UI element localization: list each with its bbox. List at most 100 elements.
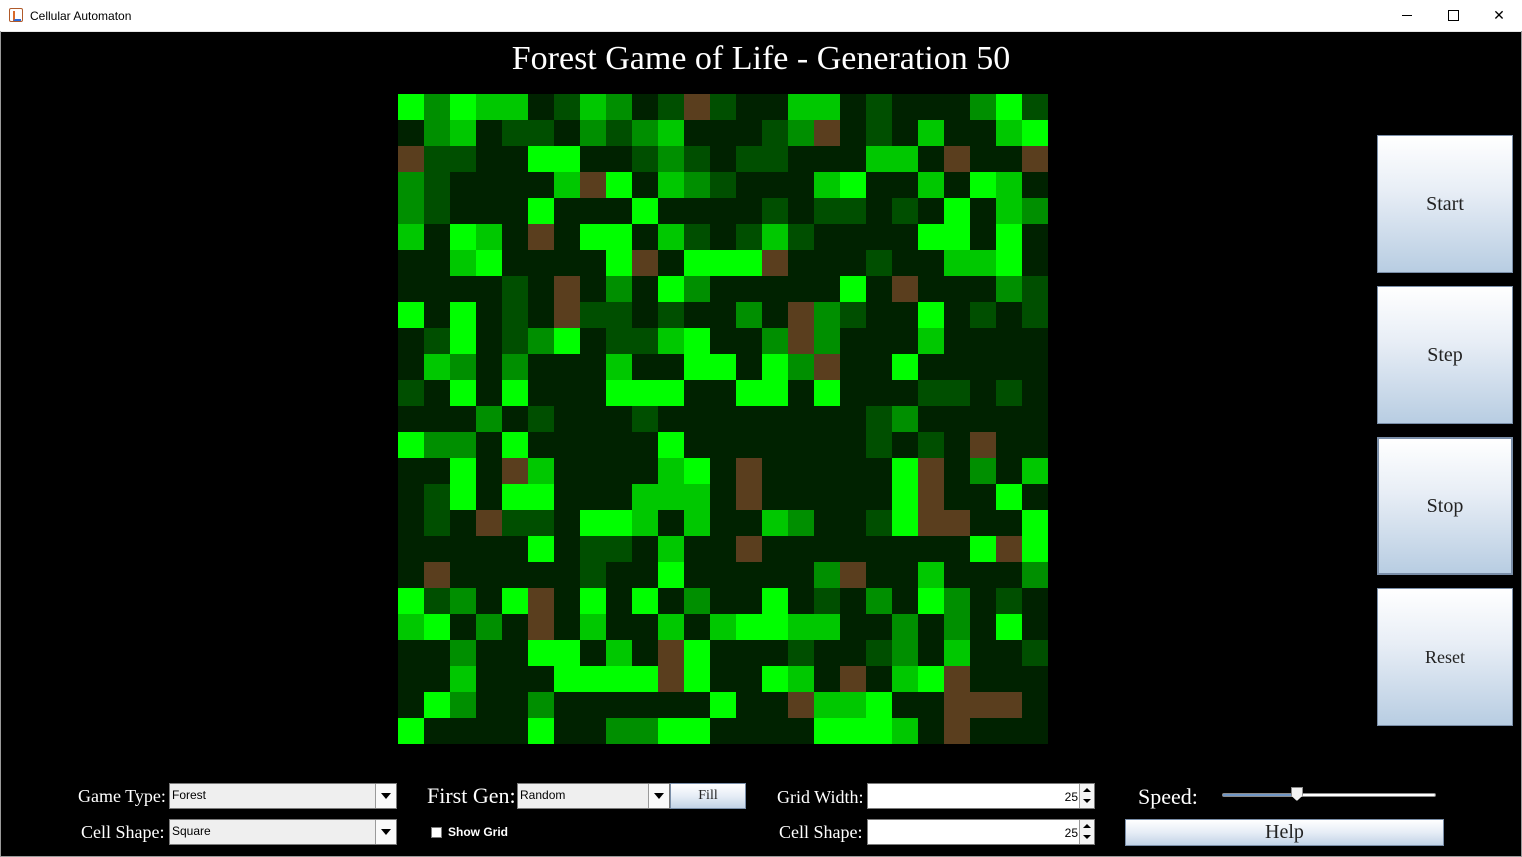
grid-cell[interactable] bbox=[892, 224, 918, 250]
grid-cell[interactable] bbox=[554, 510, 580, 536]
grid-cell[interactable] bbox=[918, 666, 944, 692]
grid-cell[interactable] bbox=[918, 562, 944, 588]
grid-cell[interactable] bbox=[528, 406, 554, 432]
grid-cell[interactable] bbox=[814, 718, 840, 744]
grid-cell[interactable] bbox=[918, 406, 944, 432]
grid-cell[interactable] bbox=[996, 458, 1022, 484]
grid-cell[interactable] bbox=[918, 510, 944, 536]
grid-cell[interactable] bbox=[970, 380, 996, 406]
grid-cell[interactable] bbox=[710, 354, 736, 380]
grid-cell[interactable] bbox=[866, 458, 892, 484]
grid-cell[interactable] bbox=[580, 536, 606, 562]
grid-cell[interactable] bbox=[580, 302, 606, 328]
grid-cell[interactable] bbox=[840, 250, 866, 276]
grid-cell[interactable] bbox=[814, 276, 840, 302]
grid-cell[interactable] bbox=[476, 354, 502, 380]
grid-cell[interactable] bbox=[814, 614, 840, 640]
grid-cell[interactable] bbox=[398, 380, 424, 406]
grid-cell[interactable] bbox=[502, 354, 528, 380]
grid-cell[interactable] bbox=[944, 536, 970, 562]
grid-cell[interactable] bbox=[814, 432, 840, 458]
grid-cell[interactable] bbox=[814, 302, 840, 328]
grid-cell[interactable] bbox=[658, 276, 684, 302]
grid-cell[interactable] bbox=[502, 146, 528, 172]
grid-cell[interactable] bbox=[840, 224, 866, 250]
grid-cell[interactable] bbox=[892, 328, 918, 354]
grid-cell[interactable] bbox=[762, 614, 788, 640]
grid-cell[interactable] bbox=[450, 380, 476, 406]
grid-cell[interactable] bbox=[398, 276, 424, 302]
grid-cell[interactable] bbox=[970, 224, 996, 250]
grid-cell[interactable] bbox=[398, 666, 424, 692]
grid-cell[interactable] bbox=[632, 640, 658, 666]
grid-cell[interactable] bbox=[450, 484, 476, 510]
grid-cell[interactable] bbox=[814, 510, 840, 536]
grid-cell[interactable] bbox=[502, 172, 528, 198]
grid-cell[interactable] bbox=[684, 458, 710, 484]
grid-cell[interactable] bbox=[554, 432, 580, 458]
grid-cell[interactable] bbox=[736, 146, 762, 172]
grid-cell[interactable] bbox=[866, 432, 892, 458]
grid-cell[interactable] bbox=[658, 692, 684, 718]
grid-cell[interactable] bbox=[658, 562, 684, 588]
grid-cell[interactable] bbox=[424, 94, 450, 120]
grid-cell[interactable] bbox=[476, 510, 502, 536]
grid-cell[interactable] bbox=[918, 172, 944, 198]
grid-cell[interactable] bbox=[476, 328, 502, 354]
grid-cell[interactable] bbox=[554, 120, 580, 146]
grid-cell[interactable] bbox=[1022, 328, 1048, 354]
grid-cell[interactable] bbox=[970, 146, 996, 172]
grid-cell[interactable] bbox=[788, 666, 814, 692]
grid-cell[interactable] bbox=[840, 432, 866, 458]
grid-cell[interactable] bbox=[788, 94, 814, 120]
grid-cell[interactable] bbox=[970, 536, 996, 562]
grid-cell[interactable] bbox=[788, 536, 814, 562]
grid-cell[interactable] bbox=[424, 588, 450, 614]
grid-cell[interactable] bbox=[476, 484, 502, 510]
grid-cell[interactable] bbox=[996, 328, 1022, 354]
grid-cell[interactable] bbox=[606, 458, 632, 484]
grid-cell[interactable] bbox=[606, 302, 632, 328]
grid-cell[interactable] bbox=[866, 484, 892, 510]
grid-cell[interactable] bbox=[736, 588, 762, 614]
grid-cell[interactable] bbox=[1022, 458, 1048, 484]
grid-cell[interactable] bbox=[970, 640, 996, 666]
grid-cell[interactable] bbox=[970, 354, 996, 380]
grid-cell[interactable] bbox=[658, 224, 684, 250]
grid-cell[interactable] bbox=[398, 640, 424, 666]
grid-cell[interactable] bbox=[606, 198, 632, 224]
grid-cell[interactable] bbox=[658, 484, 684, 510]
grid-cell[interactable] bbox=[658, 172, 684, 198]
grid-cell[interactable] bbox=[736, 536, 762, 562]
grid-cell[interactable] bbox=[996, 432, 1022, 458]
grid-cell[interactable] bbox=[814, 328, 840, 354]
grid-cell[interactable] bbox=[502, 432, 528, 458]
grid-cell[interactable] bbox=[710, 484, 736, 510]
speed-slider-thumb[interactable] bbox=[1290, 787, 1303, 801]
game-type-select[interactable]: Forest bbox=[169, 783, 397, 809]
grid-cell[interactable] bbox=[892, 666, 918, 692]
grid-cell[interactable] bbox=[710, 510, 736, 536]
grid-cell[interactable] bbox=[528, 458, 554, 484]
grid-cell[interactable] bbox=[606, 328, 632, 354]
grid-cell[interactable] bbox=[398, 94, 424, 120]
grid-cell[interactable] bbox=[996, 614, 1022, 640]
grid-cell[interactable] bbox=[554, 146, 580, 172]
grid-cell[interactable] bbox=[892, 198, 918, 224]
grid-cell[interactable] bbox=[554, 302, 580, 328]
chevron-down-icon[interactable] bbox=[648, 784, 669, 808]
grid-cell[interactable] bbox=[840, 328, 866, 354]
grid-cell[interactable] bbox=[892, 640, 918, 666]
grid-cell[interactable] bbox=[918, 302, 944, 328]
grid-cell[interactable] bbox=[814, 250, 840, 276]
grid-cell[interactable] bbox=[762, 562, 788, 588]
grid-cell[interactable] bbox=[918, 640, 944, 666]
grid-cell[interactable] bbox=[1022, 380, 1048, 406]
grid-cell[interactable] bbox=[632, 510, 658, 536]
grid-cell[interactable] bbox=[606, 250, 632, 276]
grid-cell[interactable] bbox=[580, 718, 606, 744]
grid-cell[interactable] bbox=[996, 224, 1022, 250]
grid-cell[interactable] bbox=[892, 250, 918, 276]
grid-cell[interactable] bbox=[632, 458, 658, 484]
grid-cell[interactable] bbox=[996, 146, 1022, 172]
